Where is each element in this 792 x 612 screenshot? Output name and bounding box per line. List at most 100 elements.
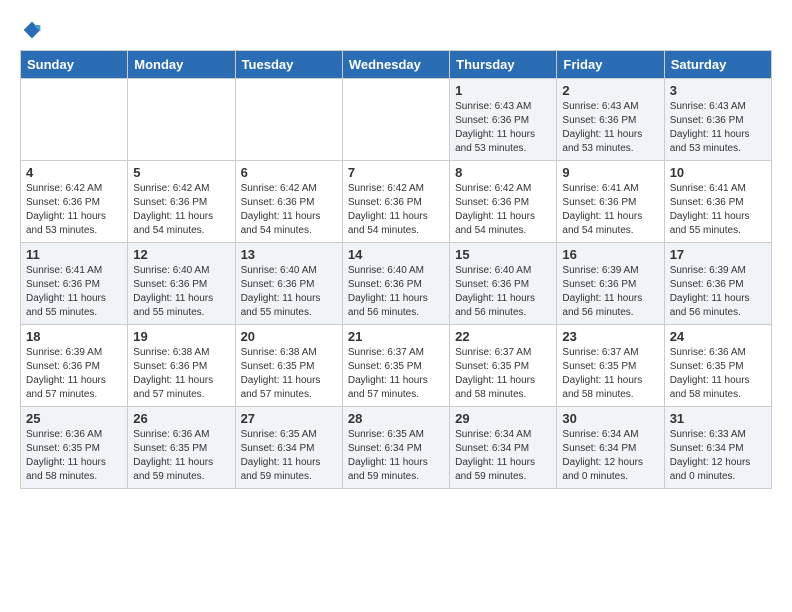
calendar-cell: 13 Sunrise: 6:40 AM Sunset: 6:36 PM Dayli…: [235, 243, 342, 325]
day-info: Sunrise: 6:42 AM Sunset: 6:36 PM Dayligh…: [241, 182, 337, 238]
day-info: Sunrise: 6:33 AM Sunset: 6:34 PM Dayligh…: [670, 428, 766, 484]
day-info: Sunrise: 6:35 AM Sunset: 6:34 PM Dayligh…: [348, 428, 444, 484]
day-info: Sunrise: 6:42 AM Sunset: 6:36 PM Dayligh…: [348, 182, 444, 238]
calendar-cell: 10 Sunrise: 6:41 AM Sunset: 6:36 PM Dayli…: [664, 161, 771, 243]
day-info: Sunrise: 6:37 AM Sunset: 6:35 PM Dayligh…: [562, 346, 658, 402]
day-info: Sunrise: 6:43 AM Sunset: 6:36 PM Dayligh…: [670, 100, 766, 156]
calendar-week-row: 25 Sunrise: 6:36 AM Sunset: 6:35 PM Dayli…: [21, 407, 772, 489]
calendar-week-row: 18 Sunrise: 6:39 AM Sunset: 6:36 PM Dayli…: [21, 325, 772, 407]
calendar-cell: 5 Sunrise: 6:42 AM Sunset: 6:36 PM Daylig…: [128, 161, 235, 243]
calendar-week-row: 4 Sunrise: 6:42 AM Sunset: 6:36 PM Daylig…: [21, 161, 772, 243]
day-number: 26: [133, 411, 229, 426]
calendar-cell: 17 Sunrise: 6:39 AM Sunset: 6:36 PM Dayli…: [664, 243, 771, 325]
calendar-cell: 14 Sunrise: 6:40 AM Sunset: 6:36 PM Dayli…: [342, 243, 449, 325]
calendar-cell: 18 Sunrise: 6:39 AM Sunset: 6:36 PM Dayli…: [21, 325, 128, 407]
day-number: 9: [562, 165, 658, 180]
day-number: 27: [241, 411, 337, 426]
calendar-cell: 11 Sunrise: 6:41 AM Sunset: 6:36 PM Dayli…: [21, 243, 128, 325]
day-number: 12: [133, 247, 229, 262]
day-number: 22: [455, 329, 551, 344]
day-number: 18: [26, 329, 122, 344]
day-number: 15: [455, 247, 551, 262]
calendar-cell: [128, 79, 235, 161]
calendar-cell: 21 Sunrise: 6:37 AM Sunset: 6:35 PM Dayli…: [342, 325, 449, 407]
day-number: 21: [348, 329, 444, 344]
calendar-cell: 20Sunrise: 6:38 AM Sunset: 6:35 PM Dayli…: [235, 325, 342, 407]
day-info: Sunrise: 6:41 AM Sunset: 6:36 PM Dayligh…: [26, 264, 122, 320]
column-header-sunday: Sunday: [21, 51, 128, 79]
day-info: Sunrise: 6:37 AM Sunset: 6:35 PM Dayligh…: [348, 346, 444, 402]
day-info: Sunrise: 6:36 AM Sunset: 6:35 PM Dayligh…: [670, 346, 766, 402]
day-info: Sunrise: 6:42 AM Sunset: 6:36 PM Dayligh…: [133, 182, 229, 238]
calendar-cell: 4 Sunrise: 6:42 AM Sunset: 6:36 PM Daylig…: [21, 161, 128, 243]
day-info: Sunrise: 6:40 AM Sunset: 6:36 PM Dayligh…: [241, 264, 337, 320]
calendar-cell: 31 Sunrise: 6:33 AM Sunset: 6:34 PM Dayli…: [664, 407, 771, 489]
day-number: 20: [241, 329, 337, 344]
calendar-cell: 8 Sunrise: 6:42 AM Sunset: 6:36 PM Daylig…: [450, 161, 557, 243]
calendar-cell: 25 Sunrise: 6:36 AM Sunset: 6:35 PM Dayli…: [21, 407, 128, 489]
column-header-tuesday: Tuesday: [235, 51, 342, 79]
day-info: Sunrise: 6:39 AM Sunset: 6:36 PM Dayligh…: [26, 346, 122, 402]
day-number: 13: [241, 247, 337, 262]
column-header-wednesday: Wednesday: [342, 51, 449, 79]
day-info: Sunrise: 6:35 AM Sunset: 6:34 PM Dayligh…: [241, 428, 337, 484]
calendar-cell: [342, 79, 449, 161]
page-header: [20, 20, 772, 40]
calendar-cell: 16Sunrise: 6:39 AM Sunset: 6:36 PM Dayli…: [557, 243, 664, 325]
day-info: Sunrise: 6:40 AM Sunset: 6:36 PM Dayligh…: [133, 264, 229, 320]
day-number: 4: [26, 165, 122, 180]
day-number: 19: [133, 329, 229, 344]
column-header-monday: Monday: [128, 51, 235, 79]
calendar-cell: 15Sunrise: 6:40 AM Sunset: 6:36 PM Dayli…: [450, 243, 557, 325]
day-info: Sunrise: 6:34 AM Sunset: 6:34 PM Dayligh…: [562, 428, 658, 484]
day-info: Sunrise: 6:36 AM Sunset: 6:35 PM Dayligh…: [26, 428, 122, 484]
day-number: 24: [670, 329, 766, 344]
day-number: 1: [455, 83, 551, 98]
calendar-header-row: SundayMondayTuesdayWednesdayThursdayFrid…: [21, 51, 772, 79]
day-info: Sunrise: 6:37 AM Sunset: 6:35 PM Dayligh…: [455, 346, 551, 402]
calendar-cell: 7 Sunrise: 6:42 AM Sunset: 6:36 PM Daylig…: [342, 161, 449, 243]
calendar-cell: 6 Sunrise: 6:42 AM Sunset: 6:36 PM Daylig…: [235, 161, 342, 243]
day-number: 25: [26, 411, 122, 426]
day-number: 29: [455, 411, 551, 426]
calendar-cell: 12 Sunrise: 6:40 AM Sunset: 6:36 PM Dayli…: [128, 243, 235, 325]
day-number: 6: [241, 165, 337, 180]
day-info: Sunrise: 6:41 AM Sunset: 6:36 PM Dayligh…: [562, 182, 658, 238]
calendar-cell: 26 Sunrise: 6:36 AM Sunset: 6:35 PM Dayli…: [128, 407, 235, 489]
day-info: Sunrise: 6:43 AM Sunset: 6:36 PM Dayligh…: [455, 100, 551, 156]
day-info: Sunrise: 6:42 AM Sunset: 6:36 PM Dayligh…: [26, 182, 122, 238]
calendar-week-row: 1 Sunrise: 6:43 AM Sunset: 6:36 PM Daylig…: [21, 79, 772, 161]
calendar-cell: 24 Sunrise: 6:36 AM Sunset: 6:35 PM Dayli…: [664, 325, 771, 407]
day-info: Sunrise: 6:36 AM Sunset: 6:35 PM Dayligh…: [133, 428, 229, 484]
calendar-cell: [21, 79, 128, 161]
column-header-thursday: Thursday: [450, 51, 557, 79]
calendar-cell: 3 Sunrise: 6:43 AM Sunset: 6:36 PM Daylig…: [664, 79, 771, 161]
day-info: Sunrise: 6:40 AM Sunset: 6:36 PM Dayligh…: [348, 264, 444, 320]
day-number: 28: [348, 411, 444, 426]
day-info: Sunrise: 6:39 AM Sunset: 6:36 PM Dayligh…: [562, 264, 658, 320]
calendar-cell: 1 Sunrise: 6:43 AM Sunset: 6:36 PM Daylig…: [450, 79, 557, 161]
logo-icon: [22, 20, 42, 40]
logo: [20, 20, 42, 40]
day-number: 10: [670, 165, 766, 180]
calendar-table: SundayMondayTuesdayWednesdayThursdayFrid…: [20, 50, 772, 489]
day-info: Sunrise: 6:42 AM Sunset: 6:36 PM Dayligh…: [455, 182, 551, 238]
day-info: Sunrise: 6:38 AM Sunset: 6:36 PM Dayligh…: [133, 346, 229, 402]
day-number: 5: [133, 165, 229, 180]
calendar-cell: 22 Sunrise: 6:37 AM Sunset: 6:35 PM Dayli…: [450, 325, 557, 407]
calendar-cell: 27 Sunrise: 6:35 AM Sunset: 6:34 PM Dayli…: [235, 407, 342, 489]
day-number: 17: [670, 247, 766, 262]
day-number: 8: [455, 165, 551, 180]
day-number: 11: [26, 247, 122, 262]
column-header-friday: Friday: [557, 51, 664, 79]
day-number: 7: [348, 165, 444, 180]
day-info: Sunrise: 6:39 AM Sunset: 6:36 PM Dayligh…: [670, 264, 766, 320]
day-info: Sunrise: 6:43 AM Sunset: 6:36 PM Dayligh…: [562, 100, 658, 156]
day-number: 31: [670, 411, 766, 426]
day-number: 3: [670, 83, 766, 98]
day-info: Sunrise: 6:41 AM Sunset: 6:36 PM Dayligh…: [670, 182, 766, 238]
day-number: 14: [348, 247, 444, 262]
day-number: 30: [562, 411, 658, 426]
calendar-cell: 23Sunrise: 6:37 AM Sunset: 6:35 PM Dayli…: [557, 325, 664, 407]
calendar-cell: 19 Sunrise: 6:38 AM Sunset: 6:36 PM Dayli…: [128, 325, 235, 407]
